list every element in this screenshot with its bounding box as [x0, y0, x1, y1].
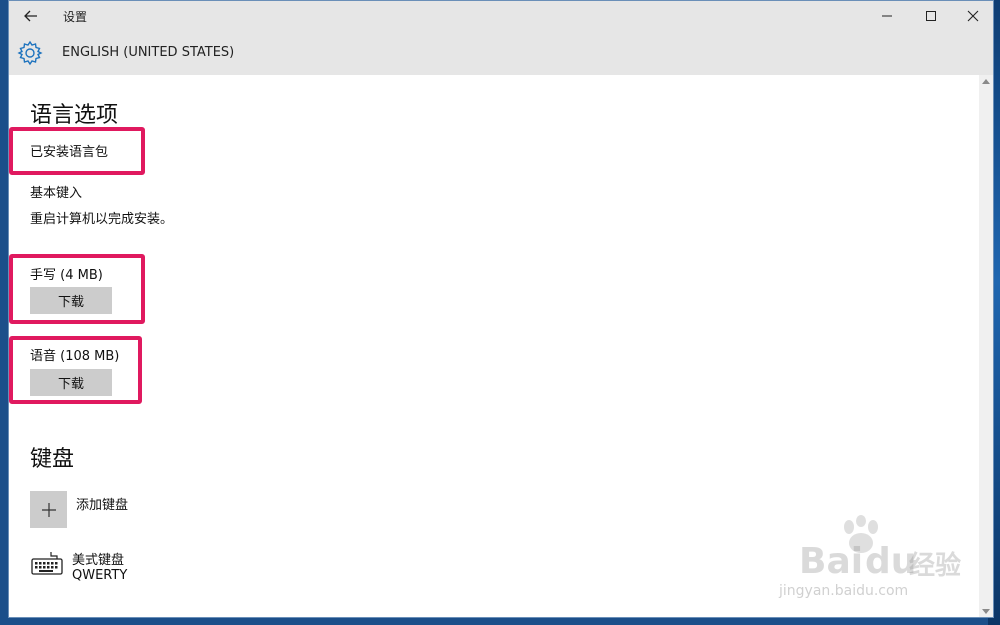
keyboard-icon — [31, 552, 63, 575]
close-button[interactable] — [953, 3, 993, 29]
plus-icon — [41, 502, 56, 517]
highlight-box-speech — [9, 336, 142, 404]
back-button[interactable] — [19, 5, 43, 27]
keyboard-layout: QWERTY — [72, 568, 128, 583]
restart-note: 重启计算机以完成安装。 — [30, 212, 174, 227]
page-header: ENGLISH (UNITED STATES) — [9, 31, 993, 75]
settings-window: 设置 ENGLISH (UNITED STATES) 语言选项 已安装语言包 基… — [8, 0, 994, 618]
scroll-down-arrow-icon[interactable] — [982, 609, 990, 614]
close-icon — [967, 10, 979, 22]
maximize-icon — [926, 11, 936, 21]
watermark-cn: 经验 — [909, 551, 962, 581]
highlight-box-handwriting — [9, 254, 145, 324]
title-bar: 设置 — [9, 1, 993, 31]
arrow-left-icon — [24, 10, 37, 22]
minimize-icon — [882, 15, 892, 17]
watermark-brand: Bai — [799, 541, 864, 582]
scroll-up-arrow-icon[interactable] — [982, 79, 990, 84]
vertical-scrollbar[interactable] — [979, 75, 993, 617]
baidu-watermark: Bai du 经验 jingyan.baidu.com — [769, 515, 969, 609]
header-title: ENGLISH (UNITED STATES) — [62, 45, 235, 60]
add-keyboard-button[interactable] — [30, 491, 67, 528]
minimize-button[interactable] — [867, 3, 907, 29]
window-title: 设置 — [63, 10, 88, 24]
basic-typing-label: 基本键入 — [30, 186, 83, 201]
watermark-url: jingyan.baidu.com — [779, 583, 909, 599]
keyboard-name[interactable]: 美式键盘 — [72, 549, 124, 568]
maximize-button[interactable] — [911, 3, 951, 29]
gear-icon — [17, 40, 43, 66]
language-options-heading: 语言选项 — [30, 103, 119, 128]
add-keyboard-label[interactable]: 添加键盘 — [76, 494, 128, 513]
keyboards-heading: 键盘 — [30, 447, 75, 472]
highlight-box-installed — [9, 127, 145, 175]
